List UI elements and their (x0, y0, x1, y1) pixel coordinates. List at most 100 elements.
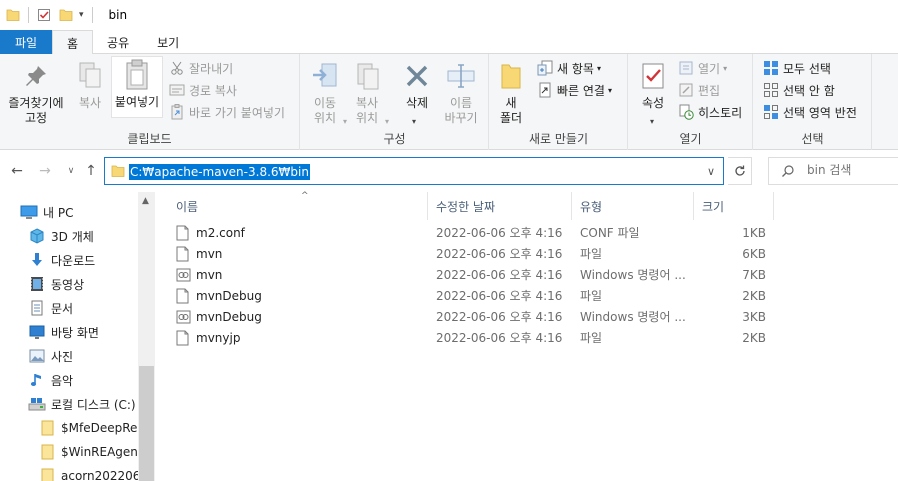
select-none-icon (762, 81, 780, 99)
up-arrow-icon[interactable]: ↑ (82, 162, 100, 180)
nav-scrollbar[interactable]: ▲ (138, 192, 155, 481)
chevron-down-icon: ▾ (723, 63, 728, 73)
select-none-button[interactable]: 선택 안 함 (762, 79, 835, 101)
pc-icon (20, 203, 38, 221)
pictures-icon (28, 347, 46, 365)
column-header-type[interactable]: 유형 (572, 192, 694, 220)
nav-item-this-pc[interactable]: 내 PC (20, 200, 73, 224)
nav-item-downloads[interactable]: 다운로드 (28, 248, 95, 272)
column-header-date[interactable]: 수정한 날짜 (428, 192, 572, 220)
open-button[interactable]: 열기 ▾ (677, 57, 727, 79)
scissors-icon (168, 59, 186, 77)
history-icon (677, 103, 695, 121)
refresh-button[interactable] (728, 157, 752, 185)
folder-icon (111, 164, 125, 181)
recent-locations-chevron-icon[interactable]: ∨ (62, 162, 80, 180)
address-bar[interactable]: C:₩apache-maven-3.8.6₩bin ∨ (104, 157, 724, 185)
rename-button[interactable]: 이름 바꾸기 (441, 58, 481, 126)
nav-item-pictures[interactable]: 사진 (28, 344, 73, 368)
column-header-size[interactable]: 크기 (694, 192, 774, 220)
open-group: 속성 ▾ 열기 ▾ 편집 히스토리 열기 (629, 54, 753, 150)
nav-item-local-disk[interactable]: 로컬 디스크 (C:) (28, 392, 136, 416)
new-folder-button[interactable]: 새 폴더 (496, 58, 526, 126)
nav-item-folder[interactable]: acorn202206 (38, 464, 140, 481)
history-button[interactable]: 히스토리 (677, 101, 742, 123)
copy-button[interactable]: 복사 (72, 58, 108, 111)
search-box[interactable] (768, 157, 898, 185)
properties-button[interactable]: 속성 ▾ (637, 58, 669, 126)
copy-to-button[interactable]: 복사 위치 ▾ (349, 58, 389, 126)
file-size: 2KB (742, 289, 766, 303)
delete-button[interactable]: 삭제 ▾ (399, 58, 435, 126)
open-group-label: 열기 (679, 132, 702, 146)
file-date: 2022-06-06 오후 4:16 (436, 331, 563, 345)
file-row[interactable]: mvnDebug 2022-06-06 오후 4:16 파일 2KB (160, 286, 898, 307)
copy-path-button[interactable]: 경로 복사 (168, 79, 237, 101)
nav-item-3d-objects[interactable]: 3D 개체 (28, 224, 94, 248)
download-icon (28, 251, 46, 269)
address-row: ← → ∨ ↑ C:₩apache-maven-3.8.6₩bin ∨ (0, 150, 898, 192)
nav-item-label: 음악 (51, 373, 74, 388)
chevron-down-icon: ▾ (385, 117, 390, 126)
address-path[interactable]: C:₩apache-maven-3.8.6₩bin (129, 164, 310, 180)
nav-item-videos[interactable]: 동영상 (28, 272, 84, 296)
select-all-button[interactable]: 모두 선택 (762, 57, 831, 79)
cut-button[interactable]: 잘라내기 (168, 57, 233, 79)
sort-ascending-icon: ^ (301, 191, 309, 201)
tab-view[interactable]: 보기 (143, 30, 193, 54)
properties-check-icon[interactable] (37, 0, 51, 30)
folder-icon (38, 467, 56, 481)
file-type: 파일 (580, 289, 603, 303)
quick-access-dropdown-icon[interactable]: ▾ (79, 0, 84, 30)
move-to-icon (310, 58, 340, 94)
search-input[interactable] (807, 163, 895, 177)
delete-label: 삭제 (405, 96, 429, 110)
new-folder-icon[interactable] (59, 0, 73, 30)
nav-item-folder[interactable]: $MfeDeepRem (38, 416, 149, 440)
pin-quick-access-button[interactable]: 즐겨찾기에 고정 (4, 58, 68, 126)
invert-selection-label: 선택 영역 반전 (783, 105, 857, 120)
scrollbar-thumb[interactable] (139, 366, 154, 481)
file-row[interactable]: mvnDebug 2022-06-06 오후 4:16 Windows 명령어 ..… (160, 307, 898, 328)
file-row[interactable]: mvn 2022-06-06 오후 4:16 파일 6KB (160, 244, 898, 265)
pin-icon (23, 58, 49, 94)
tab-home[interactable]: 홈 (52, 30, 94, 55)
nav-item-label: $WinREAgent (61, 445, 143, 459)
paste-button[interactable]: 붙여넣기 (111, 56, 163, 118)
new-item-button[interactable]: 새 항목 ▾ (536, 57, 601, 79)
easy-access-button[interactable]: 빠른 연결 ▾ (536, 79, 612, 101)
open-icon (677, 59, 695, 77)
title-bar: ▾ bin (0, 0, 898, 30)
file-row[interactable]: mvnyjp 2022-06-06 오후 4:16 파일 2KB (160, 328, 898, 349)
paste-shortcut-button[interactable]: 바로 가기 붙여넣기 (168, 101, 285, 123)
edit-button[interactable]: 편집 (677, 79, 720, 101)
file-row[interactable]: m2.conf 2022-06-06 오후 4:16 CONF 파일 1KB (160, 223, 898, 244)
tab-share[interactable]: 공유 (93, 30, 143, 54)
column-header-label: 수정한 날짜 (436, 199, 496, 214)
back-arrow-icon[interactable]: ← (8, 162, 26, 180)
scroll-up-icon[interactable]: ▲ (142, 196, 149, 206)
nav-item-label: 다운로드 (51, 253, 96, 268)
clipboard-group-label: 클립보드 (127, 132, 172, 146)
cmd-file-icon (176, 267, 191, 286)
nav-item-desktop[interactable]: 바탕 화면 (28, 320, 99, 344)
nav-item-folder[interactable]: $WinREAgent (38, 440, 143, 464)
file-list: 이름 ^ 수정한 날짜 유형 크기 m2.conf 2022-06-06 오후 4… (160, 191, 898, 481)
tab-file[interactable]: 파일 (0, 30, 52, 54)
file-name: mvnDebug (196, 310, 262, 324)
invert-selection-button[interactable]: 선택 영역 반전 (762, 101, 857, 123)
nav-item-documents[interactable]: 문서 (28, 296, 73, 320)
nav-item-music[interactable]: 음악 (28, 368, 73, 392)
chevron-down-icon[interactable]: ∨ (707, 165, 715, 178)
folder-icon (38, 443, 56, 461)
copy-to-label: 복사 위치 (355, 96, 379, 125)
file-size: 7KB (742, 268, 766, 282)
nav-item-label: 사진 (51, 349, 74, 364)
nav-item-label: 바탕 화면 (51, 325, 99, 340)
file-row[interactable]: mvn 2022-06-06 오후 4:16 Windows 명령어 ... 7KB (160, 265, 898, 286)
easy-access-icon (536, 81, 554, 99)
file-type: 파일 (580, 331, 603, 345)
forward-arrow-icon[interactable]: → (36, 162, 54, 180)
column-header-name[interactable]: 이름 ^ (168, 191, 428, 220)
move-to-button[interactable]: 이동 위치 ▾ (307, 58, 347, 126)
